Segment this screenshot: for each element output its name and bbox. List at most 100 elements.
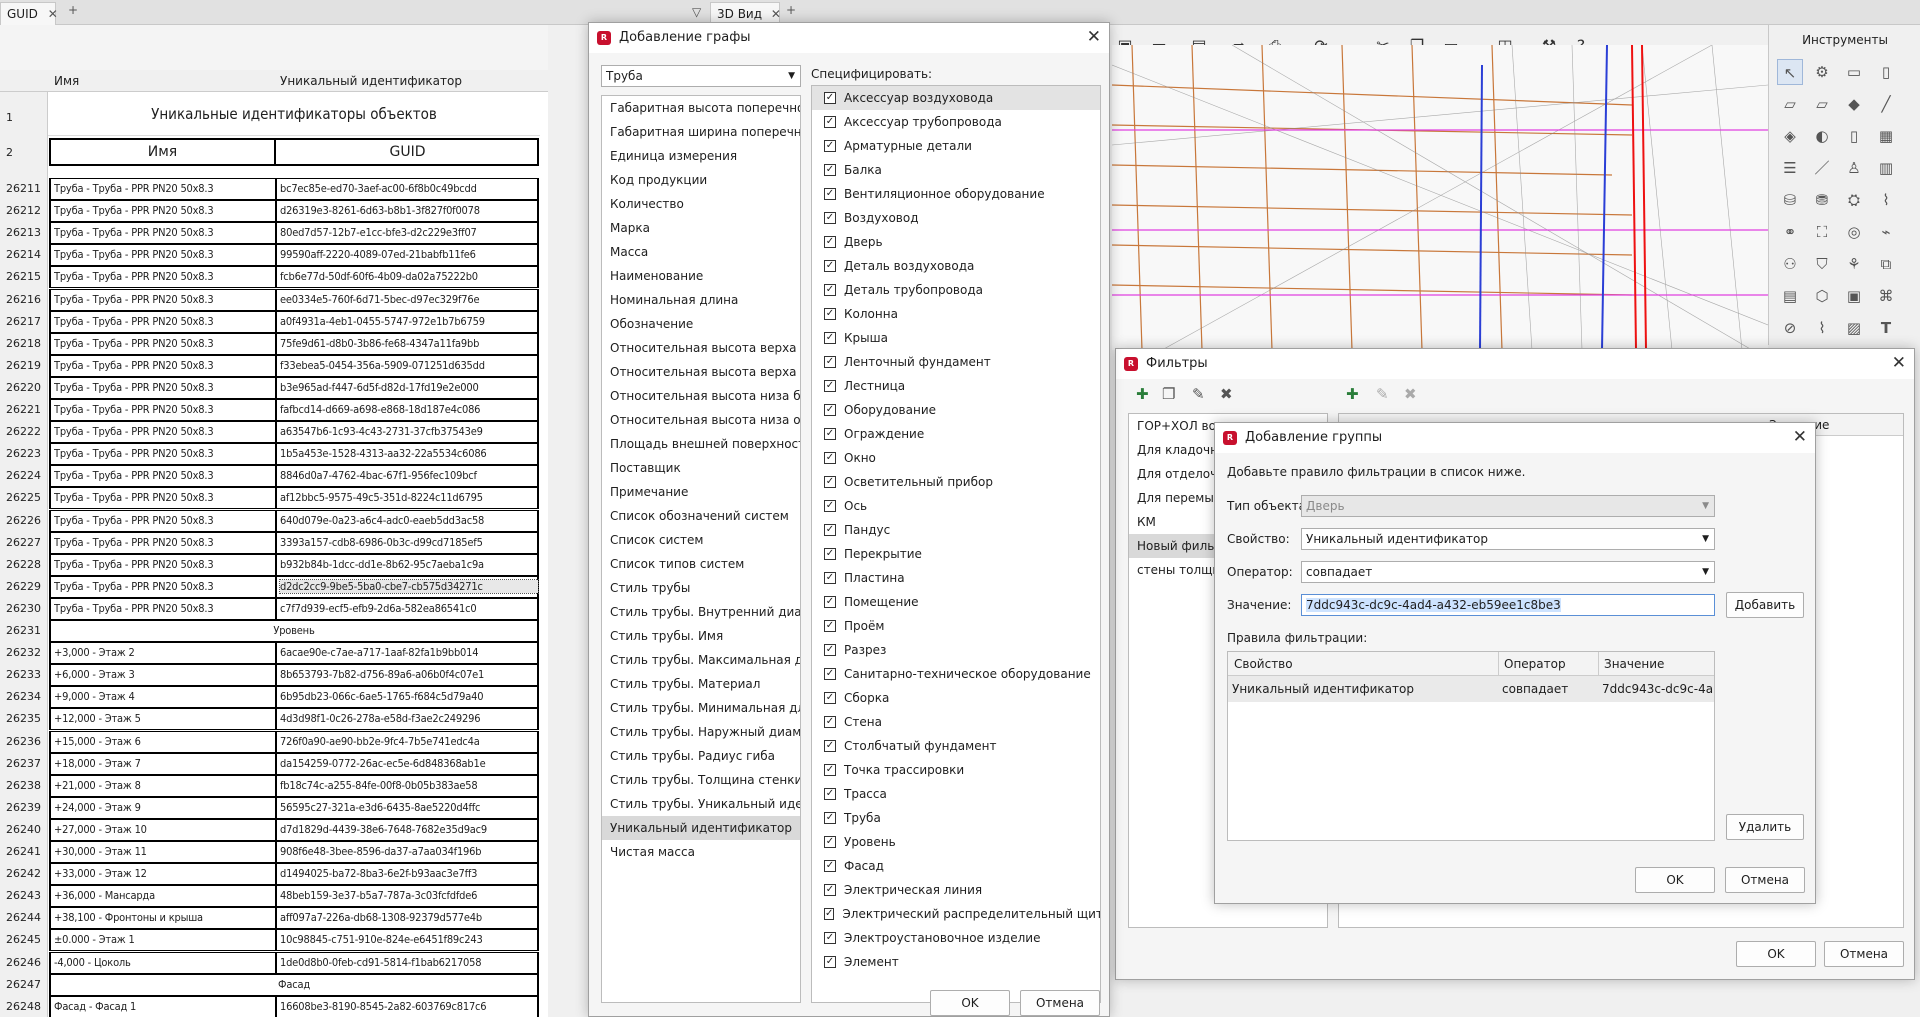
tool-icon[interactable]: ⬡ — [1809, 283, 1835, 309]
category-checkbox-item[interactable]: ✓ Трасса — [812, 782, 1100, 806]
cell-guid[interactable]: 16608be3-8190-8545-2a82-603769c817c6 — [280, 1000, 538, 1013]
checkbox-checked-icon[interactable]: ✓ — [824, 572, 836, 584]
table-row[interactable]: Труба - Труба - PPR PN20 50x8.3 c7f7d939-… — [49, 597, 539, 620]
table-row[interactable]: -4,000 - Цоколь 1de0d8b0-0feb-cd91-5814-f… — [49, 951, 539, 974]
tool-icon[interactable]: ▭ — [1841, 59, 1867, 85]
field-list-item[interactable]: Примечание — [602, 480, 800, 504]
guid-schedule-sheet[interactable]: Имя Уникальный идентификатор 1 2 Уникаль… — [0, 25, 548, 1017]
checkbox-checked-icon[interactable]: ✓ — [824, 908, 835, 920]
cell-name[interactable]: Труба - Труба - PPR PN20 50x8.3 — [54, 315, 272, 328]
cell-name[interactable]: Труба - Труба - PPR PN20 50x8.3 — [54, 204, 272, 217]
category-checkbox-item[interactable]: ✓ Балка — [812, 158, 1100, 182]
cell-name[interactable]: +12,000 - Этаж 5 — [54, 712, 272, 725]
cell-guid[interactable]: 908f6e48-3bee-8596-da37-a7aa034f196b — [280, 845, 538, 858]
cell-guid[interactable]: 8b653793-7b82-d756-89a6-a06b0f4c07e1 — [280, 668, 538, 681]
checkbox-checked-icon[interactable]: ✓ — [824, 500, 836, 512]
operator-select[interactable]: совпадает ▼ — [1301, 561, 1715, 583]
cell-name[interactable]: Труба - Труба - PPR PN20 50x8.3 — [54, 381, 272, 394]
field-list-item[interactable]: Чистая масса — [602, 840, 800, 864]
cell-guid[interactable]: af12bbc5-9575-49c5-351d-8224c11d6795 — [280, 491, 538, 504]
tool-icon[interactable]: ⌁ — [1873, 219, 1899, 245]
checkbox-checked-icon[interactable]: ✓ — [824, 380, 836, 392]
dimension-tool-icon[interactable]: ⊘ — [1777, 315, 1803, 341]
table-row[interactable]: Труба - Труба - PPR PN20 50x8.3 bc7ec85e-… — [49, 178, 539, 201]
checkbox-checked-icon[interactable]: ✓ — [824, 620, 836, 632]
cell-name[interactable]: +24,000 - Этаж 9 — [54, 801, 272, 814]
field-list-item[interactable]: Стиль трубы. Имя — [602, 624, 800, 648]
cell-name[interactable]: +27,000 - Этаж 10 — [54, 823, 272, 836]
cell-guid[interactable]: 3393a157-cdb8-6986-0b3c-d99cd7185ef5 — [280, 536, 538, 549]
tab-list-dropdown-icon[interactable]: ▽ — [692, 5, 701, 19]
column-header-guid[interactable]: Уникальный идентификатор — [280, 74, 462, 88]
slab-tool-icon[interactable]: ▱ — [1809, 91, 1835, 117]
cell-guid[interactable]: 6acae90e-c7ae-a717-1aaf-82fa1b9bb014 — [280, 646, 538, 659]
table-row[interactable]: +12,000 - Этаж 5 4d3d98f1-0c26-278a-e58d-… — [49, 708, 539, 731]
field-list-item[interactable]: Стиль трубы. Материал — [602, 672, 800, 696]
table-row[interactable]: +6,000 - Этаж 3 8b653793-7b82-d756-89a6-a… — [49, 664, 539, 687]
fields-list[interactable]: Габаритная высота поперечного сГабаритна… — [601, 95, 801, 1003]
table-row[interactable]: Труба - Труба - PPR PN20 50x8.3 f33ebea5-… — [49, 354, 539, 377]
field-list-item[interactable]: Наименование — [602, 264, 800, 288]
cell-guid[interactable]: 48beb159-3e37-b5a7-787a-3c03fcfdfde6 — [280, 889, 538, 902]
field-list-item[interactable]: Марка — [602, 216, 800, 240]
category-checkbox-item[interactable]: ✓ Оборудование — [812, 398, 1100, 422]
table-row[interactable]: Труба - Труба - PPR PN20 50x8.3 b932b84b-… — [49, 553, 539, 576]
cell-guid[interactable]: ee0334e5-760f-6d71-5bec-d97ec329f76e — [280, 293, 538, 306]
table-row[interactable]: +9,000 - Этаж 4 6b95db23-066c-6ae5-1765-f… — [49, 686, 539, 709]
checkbox-checked-icon[interactable]: ✓ — [824, 788, 836, 800]
category-checkbox-item[interactable]: ✓ Сборка — [812, 686, 1100, 710]
cell-name[interactable]: Труба - Труба - PPR PN20 50x8.3 — [54, 359, 272, 372]
cell-name[interactable]: Труба - Труба - PPR PN20 50x8.3 — [54, 602, 272, 615]
checkbox-checked-icon[interactable]: ✓ — [824, 428, 836, 440]
cell-guid[interactable]: d1494025-ba72-8ba3-6e2f-b93aac3e7ff3 — [280, 867, 538, 880]
table-row[interactable]: Труба - Труба - PPR PN20 50x8.3 d26319e3-… — [49, 200, 539, 223]
field-list-item[interactable]: Масса — [602, 240, 800, 264]
category-checkbox-item[interactable]: ✓ Помещение — [812, 590, 1100, 614]
category-checkbox-item[interactable]: ✓ Проём — [812, 614, 1100, 638]
door-tool-icon[interactable]: ▯ — [1841, 123, 1867, 149]
table-row[interactable]: Фасад — [49, 973, 539, 996]
field-list-item[interactable]: Габаритная высота поперечного с — [602, 96, 800, 120]
add-tab-icon[interactable]: + — [68, 3, 78, 17]
field-list-item[interactable]: Список обозначений систем — [602, 504, 800, 528]
hatch-tool-icon[interactable]: ▨ — [1841, 315, 1867, 341]
cell-name[interactable]: +30,000 - Этаж 11 — [54, 845, 272, 858]
add-column-ok-button[interactable]: OK — [930, 990, 1010, 1016]
cell-guid[interactable]: fb18c74c-a255-84fe-00f8-0b05b383ae58 — [280, 779, 538, 792]
cell-name[interactable]: Труба - Труба - PPR PN20 50x8.3 — [54, 558, 272, 571]
table-row[interactable]: Труба - Труба - PPR PN20 50x8.3 3393a157-… — [49, 531, 539, 554]
cell-guid[interactable]: 1de0d8b0-0feb-cd91-5814-f1bab6217058 — [280, 956, 538, 969]
column-header-name[interactable]: Имя — [54, 74, 79, 88]
category-checkbox-item[interactable]: ✓ Крыша — [812, 326, 1100, 350]
stair-tool-icon[interactable]: ☰ — [1777, 155, 1803, 181]
table-row[interactable]: Труба - Труба - PPR PN20 50x8.3 af12bbc5-… — [49, 487, 539, 510]
field-list-item[interactable]: Относительная высота верха базо — [602, 336, 800, 360]
table-row[interactable]: +27,000 - Этаж 10 d7d1829d-4439-38e6-7648… — [49, 818, 539, 841]
3d-viewport[interactable] — [1112, 45, 1768, 350]
tool-icon[interactable]: ⌇ — [1809, 315, 1835, 341]
category-checkbox-item[interactable]: ✓ Уровень — [812, 830, 1100, 854]
cell-name[interactable]: Труба - Труба - PPR PN20 50x8.3 — [54, 293, 272, 306]
checkbox-checked-icon[interactable]: ✓ — [824, 836, 836, 848]
cell-guid[interactable]: bc7ec85e-ed70-3aef-ac00-6f8b0c49bcdd — [280, 182, 538, 195]
category-checkbox-item[interactable]: ✓ Ограждение — [812, 422, 1100, 446]
category-checkbox-item[interactable]: ✓ Элемент — [812, 950, 1100, 974]
field-list-item[interactable]: Код продукции — [602, 168, 800, 192]
table-row[interactable]: Труба - Труба - PPR PN20 50x8.3 ee0334e5-… — [49, 288, 539, 311]
cell-guid[interactable]: f33ebea5-0454-356a-5909-071251d635dd — [280, 359, 538, 372]
cell-guid[interactable]: 726f0a90-ae90-bb2e-9fc4-7b5e741edc4a — [280, 735, 538, 748]
field-list-item[interactable]: Поставщик — [602, 456, 800, 480]
checkbox-checked-icon[interactable]: ✓ — [824, 332, 836, 344]
field-list-item[interactable]: Уникальный идентификатор — [602, 816, 800, 840]
field-list-item[interactable]: Список систем — [602, 528, 800, 552]
close-icon[interactable]: ✕ — [1793, 427, 1807, 447]
wall-tool-icon[interactable]: ▱ — [1777, 91, 1803, 117]
cell-guid[interactable]: a0f4931a-4eb1-0455-5747-972e1b7b6759 — [280, 315, 538, 328]
delete-rule-button[interactable]: Удалить — [1726, 814, 1804, 840]
field-list-item[interactable]: Относительная высота низа объек — [602, 408, 800, 432]
cell-name[interactable]: Труба - Труба - PPR PN20 50x8.3 — [54, 403, 272, 416]
cell-guid[interactable]: 640d079e-0a23-a6c4-adc0-eaeb5dd3ac58 — [280, 514, 538, 527]
edit-filter-icon[interactable]: ✎ — [1192, 385, 1205, 403]
cell-guid[interactable]: fcb6e77d-50df-60f6-4b09-da02a75222b0 — [280, 270, 538, 283]
checkbox-checked-icon[interactable]: ✓ — [824, 956, 836, 968]
